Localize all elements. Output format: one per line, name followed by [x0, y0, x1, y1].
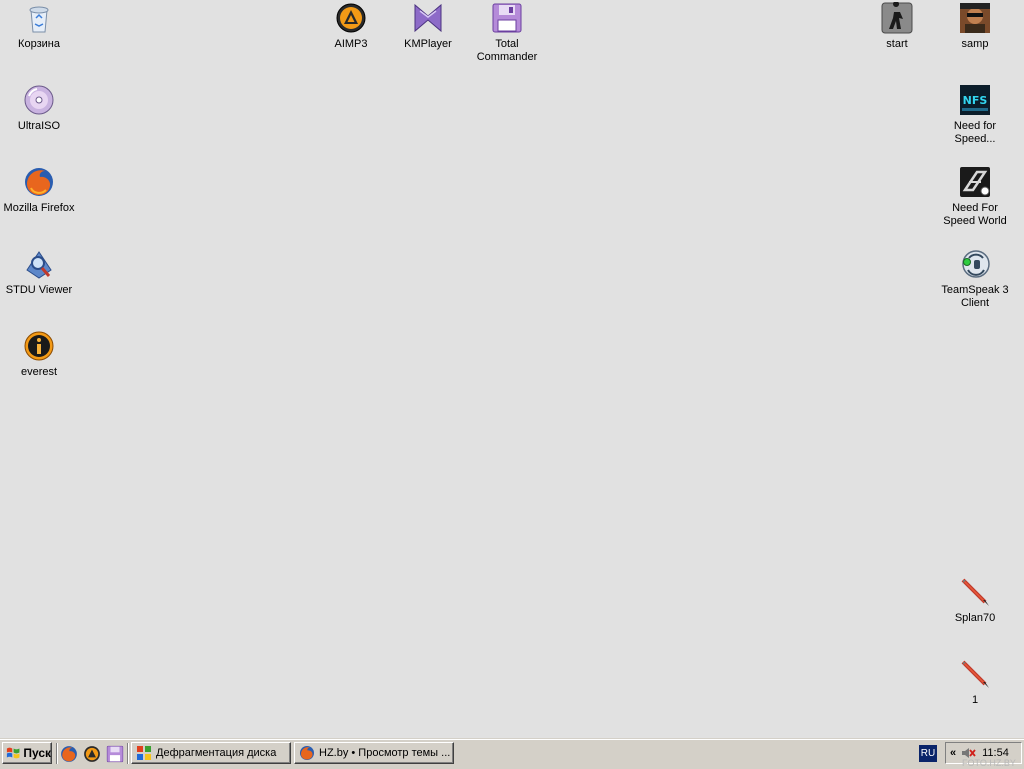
floppy-disk-icon [491, 2, 523, 34]
start-label: Пуск [23, 746, 51, 760]
firefox-icon [23, 166, 55, 198]
samp-icon [959, 2, 991, 34]
watermark: FOTO.HZ.BY [962, 758, 1016, 768]
desktop-icon-samp[interactable]: samp [936, 2, 1014, 51]
aimp-icon [335, 2, 367, 34]
task-button-defrag[interactable]: Дефрагментация диска [131, 742, 291, 764]
shortcut-1-label: 1 [971, 694, 979, 706]
start-button[interactable]: Пуск [2, 742, 52, 764]
svg-text:NFS: NFS [963, 94, 988, 107]
kmplayer-label: KMPlayer [404, 38, 452, 50]
task-button-firefox[interactable]: HZ.by • Просмотр темы ... [294, 742, 454, 764]
info-icon [23, 330, 55, 362]
everest-label: everest [20, 366, 58, 378]
nfs-icon: NFS [959, 84, 991, 116]
desktop-icon-firefox[interactable]: Mozilla Firefox [0, 166, 78, 215]
pencil-icon [959, 576, 991, 608]
desktop-icon-stdu-viewer[interactable]: STDU Viewer [0, 248, 78, 297]
language-indicator[interactable]: RU [919, 745, 937, 762]
teamspeak-label: TeamSpeak 3 Client [941, 284, 1009, 309]
firefox-icon [300, 746, 314, 760]
floppy-disk-icon [106, 745, 124, 763]
aimp-icon [84, 746, 100, 762]
aimp3-label: AIMP3 [334, 38, 368, 50]
ultraiso-label: UltraISO [17, 120, 61, 132]
desktop-icon-need-for-speed[interactable]: NFS Need for Speed... [936, 84, 1014, 146]
firefox-icon [61, 746, 77, 762]
start-shortcut-label: start [886, 38, 908, 50]
desktop-icon-1[interactable]: 1 [936, 658, 1014, 707]
quicklaunch-firefox[interactable] [60, 745, 78, 763]
nfs-world-icon [959, 166, 991, 198]
tray-expand-chevron[interactable]: « [950, 747, 956, 759]
desktop-icon-ultraiso[interactable]: UltraISO [0, 84, 78, 133]
task-label: HZ.by • Просмотр темы ... [319, 747, 451, 759]
kmplayer-icon [412, 2, 444, 34]
desktop-icon-teamspeak[interactable]: TeamSpeak 3 Client [936, 248, 1014, 310]
pencil-icon [959, 658, 991, 690]
desktop-icon-aimp3[interactable]: AIMP3 [312, 2, 390, 51]
desktop-icon-start[interactable]: start [858, 2, 936, 51]
firefox-label: Mozilla Firefox [3, 202, 75, 214]
magnifier-document-icon [23, 248, 55, 280]
task-label: Дефрагментация диска [156, 747, 277, 759]
desktop-icon-splan70[interactable]: Splan70 [936, 576, 1014, 625]
quicklaunch-total-commander[interactable] [106, 745, 124, 763]
need-for-speed-label: Need for Speed... [953, 120, 997, 145]
desktop-icon-total-commander[interactable]: Total Commander [468, 2, 546, 64]
recycle-bin-icon [23, 2, 55, 34]
taskbar: Пуск Дефрагментация диска HZ.by • Просмо… [0, 739, 1024, 769]
samp-label: samp [961, 38, 989, 50]
total-commander-label: Total Commander [476, 38, 538, 63]
teamspeak-icon [959, 248, 991, 280]
desktop-icon-kmplayer[interactable]: KMPlayer [389, 2, 467, 51]
taskbar-separator [127, 743, 129, 764]
taskbar-separator [56, 743, 58, 764]
disc-icon [23, 84, 55, 116]
quicklaunch-aimp[interactable] [83, 745, 101, 763]
counter-strike-icon [881, 2, 913, 34]
recycle-bin-label: Корзина [18, 38, 60, 50]
windows-logo-icon [6, 747, 20, 759]
desktop-icon-everest[interactable]: everest [0, 330, 78, 379]
desktop-icon-nfs-world[interactable]: Need For Speed World [936, 166, 1014, 228]
nfs-world-label: Need For Speed World [943, 202, 1007, 227]
stdu-viewer-label: STDU Viewer [5, 284, 73, 296]
desktop-icon-recycle-bin[interactable]: Корзина [0, 2, 78, 51]
splan70-label: Splan70 [954, 612, 996, 624]
desktop: Корзина UltraISO Mozilla Firefox STDU Vi… [0, 0, 1024, 739]
defrag-icon [137, 746, 151, 760]
